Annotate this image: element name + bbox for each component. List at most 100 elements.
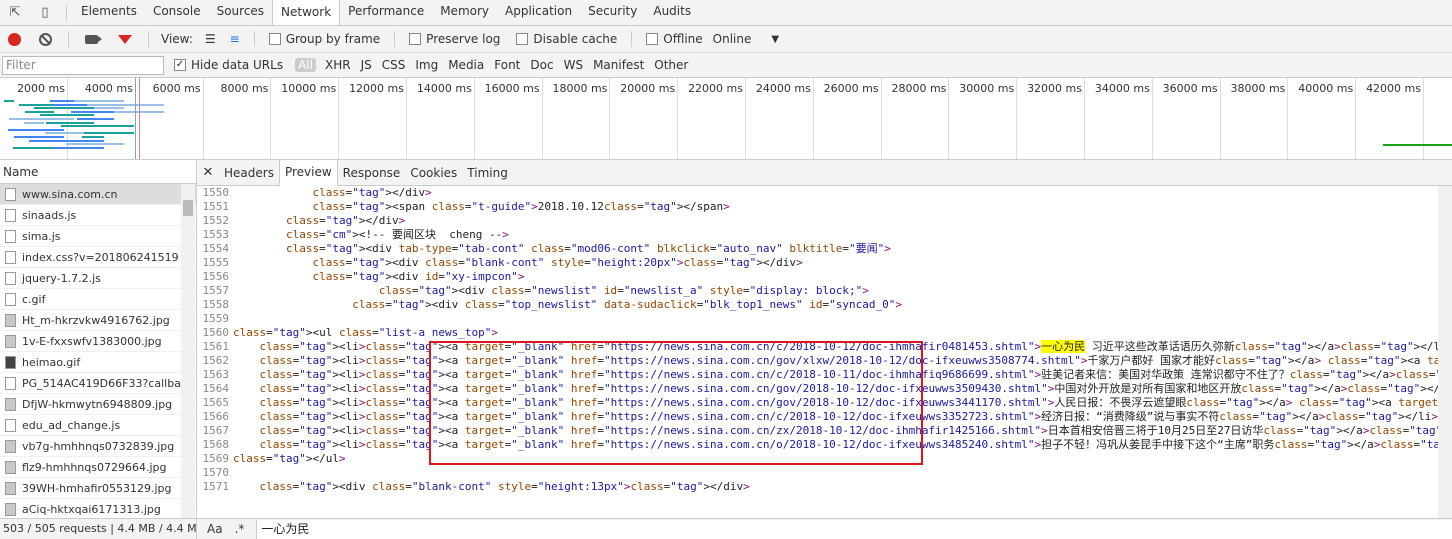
type-filter-font[interactable]: Font xyxy=(489,58,525,72)
request-row[interactable]: DfjW-hkmwytn6948809.jpg xyxy=(0,394,196,415)
request-row[interactable]: PG_514AC419D66F33?callback xyxy=(0,373,196,394)
disable-cache-checkbox[interactable]: Disable cache xyxy=(516,32,617,46)
tab-performance[interactable]: Performance xyxy=(340,0,432,25)
code-line: 1554 class="tag"><div tab-type="tab-cont… xyxy=(197,242,1452,256)
list-view-icon[interactable]: ☰ xyxy=(205,32,216,46)
file-icon xyxy=(5,229,16,243)
timeline-tick-label: 40000 ms xyxy=(1298,82,1354,95)
request-row[interactable]: jquery-1.7.2.js xyxy=(0,268,196,289)
request-row[interactable]: flz9-hmhhnqs0729664.jpg xyxy=(0,457,196,478)
close-icon[interactable]: ✕ xyxy=(197,165,219,180)
request-list-scrollbar[interactable] xyxy=(181,184,195,518)
search-input[interactable]: 一心为民 xyxy=(256,519,1452,539)
request-row[interactable]: Ht_m-hkrzvkw4916762.jpg xyxy=(0,310,196,331)
tab-elements[interactable]: Elements xyxy=(73,0,145,25)
filter-bar: Filter ✓ Hide data URLs All XHR JS CSS Img Med… xyxy=(0,53,1452,78)
type-filter-img[interactable]: Img xyxy=(410,58,443,72)
screenshot-camera-icon[interactable] xyxy=(85,34,102,44)
type-filter-js[interactable]: JS xyxy=(356,58,377,72)
inspect-element-icon[interactable]: ⇱ xyxy=(0,0,30,25)
timeline-tick-label: 4000 ms xyxy=(84,82,133,95)
regex-toggle[interactable]: .* xyxy=(229,522,251,536)
load-event-marker xyxy=(139,78,140,159)
detail-tab-headers[interactable]: Headers xyxy=(219,160,279,186)
line-number: 1562 xyxy=(202,354,230,367)
name-column-header[interactable]: Name xyxy=(0,160,196,184)
timeline-bar xyxy=(77,118,114,120)
request-row[interactable]: aCiq-hktxqai6171313.jpg xyxy=(0,499,196,518)
hide-data-urls-checkbox[interactable]: ✓ Hide data URLs xyxy=(174,58,283,72)
timeline-bar xyxy=(50,100,74,102)
separator xyxy=(253,31,255,47)
tab-security[interactable]: Security xyxy=(580,0,645,25)
tab-console[interactable]: Console xyxy=(145,0,209,25)
devtools-window: ⇱ ▯ Elements Console Sources Network Perform… xyxy=(0,0,1452,539)
type-filter-doc[interactable]: Doc xyxy=(525,58,558,72)
type-filter-ws[interactable]: WS xyxy=(559,58,588,72)
type-filter-manifest[interactable]: Manifest xyxy=(588,58,649,72)
detail-tab-preview[interactable]: Preview xyxy=(278,160,338,186)
panel-tab-bar: ⇱ ▯ Elements Console Sources Network Perform… xyxy=(0,0,1452,26)
annotation-red-box xyxy=(429,341,923,465)
offline-checkbox[interactable]: Offline xyxy=(646,32,703,46)
request-row[interactable]: vb7g-hmhhnqs0732839.jpg xyxy=(0,436,196,457)
type-filter-all[interactable]: All xyxy=(295,58,316,72)
timeline-tick-label: 38000 ms xyxy=(1230,82,1286,95)
chevron-down-icon[interactable]: ▼ xyxy=(771,34,779,45)
status-summary: 503 / 505 requests | 4.4 MB / 4.4 M... xyxy=(0,518,197,539)
preserve-log-checkbox[interactable]: Preserve log xyxy=(409,32,500,46)
record-button[interactable] xyxy=(8,32,21,46)
request-row[interactable]: sinaads.js xyxy=(0,205,196,226)
type-filter-xhr[interactable]: XHR xyxy=(320,58,356,72)
network-overview-timeline[interactable]: 2000 ms 4000 ms 6000 ms 8000 ms 10000 ms 1200… xyxy=(0,78,1452,160)
waterfall-view-icon[interactable]: ≡ xyxy=(230,32,240,46)
file-icon xyxy=(5,376,16,390)
line-number: 1568 xyxy=(202,438,230,451)
tab-sources[interactable]: Sources xyxy=(209,0,272,25)
code-line: 1553 class="cm"><!-- 要闻区块 cheng --> xyxy=(197,228,1452,242)
group-by-frame-checkbox[interactable]: Group by frame xyxy=(268,32,380,46)
match-case-toggle[interactable]: Aa xyxy=(201,522,229,536)
tab-application[interactable]: Application xyxy=(497,0,580,25)
detail-tab-cookies[interactable]: Cookies xyxy=(405,160,462,186)
request-row[interactable]: sima.js xyxy=(0,226,196,247)
tab-audits[interactable]: Audits xyxy=(645,0,699,25)
request-row[interactable]: index.css?v=201806241519 xyxy=(0,247,196,268)
timeline-tick-label: 36000 ms xyxy=(1162,82,1218,95)
request-row[interactable]: edu_ad_change.js xyxy=(0,415,196,436)
request-row[interactable]: 39WH-hmhafir0553129.jpg xyxy=(0,478,196,499)
clear-icon[interactable] xyxy=(39,32,52,46)
code-text: class="tag"></div> xyxy=(285,214,406,227)
tab-memory[interactable]: Memory xyxy=(432,0,497,25)
tab-network[interactable]: Network xyxy=(272,0,341,25)
detail-tab-response[interactable]: Response xyxy=(338,160,406,186)
panel-tabs: Elements Console Sources Network Performance… xyxy=(73,0,699,25)
code-text: class="tag"></div> xyxy=(312,186,432,199)
request-row[interactable]: c.gif xyxy=(0,289,196,310)
throttle-select[interactable]: Online xyxy=(713,32,752,46)
preserve-log-label: Preserve log xyxy=(426,32,501,46)
timeline-tick-label: 18000 ms xyxy=(552,82,608,95)
preview-scrollbar[interactable] xyxy=(1438,186,1452,518)
filter-input[interactable]: Filter xyxy=(2,55,164,75)
scrollbar-thumb[interactable] xyxy=(183,200,193,216)
filter-funnel-icon[interactable] xyxy=(118,34,132,44)
device-toolbar-icon[interactable]: ▯ xyxy=(30,0,60,25)
type-filter-css[interactable]: CSS xyxy=(377,58,411,72)
line-number: 1555 xyxy=(202,256,230,269)
request-rows: www.sina.com.cn sinaads.js sima.js index.cs… xyxy=(0,184,196,518)
image-icon xyxy=(5,397,16,411)
request-row[interactable]: 1v-E-fxxswfv1383000.jpg xyxy=(0,331,196,352)
detail-tab-timing[interactable]: Timing xyxy=(462,160,513,186)
line-number: 1553 xyxy=(202,228,230,241)
type-filter-other[interactable]: Other xyxy=(649,58,693,72)
request-row[interactable]: www.sina.com.cn xyxy=(0,184,196,205)
file-icon xyxy=(5,250,16,264)
type-filter-media[interactable]: Media xyxy=(443,58,489,72)
timeline-bar xyxy=(1383,144,1452,146)
request-row[interactable]: heimao.gif xyxy=(0,352,196,373)
timeline-bar xyxy=(14,136,64,138)
timeline-bar xyxy=(19,103,54,106)
file-icon xyxy=(5,208,16,222)
